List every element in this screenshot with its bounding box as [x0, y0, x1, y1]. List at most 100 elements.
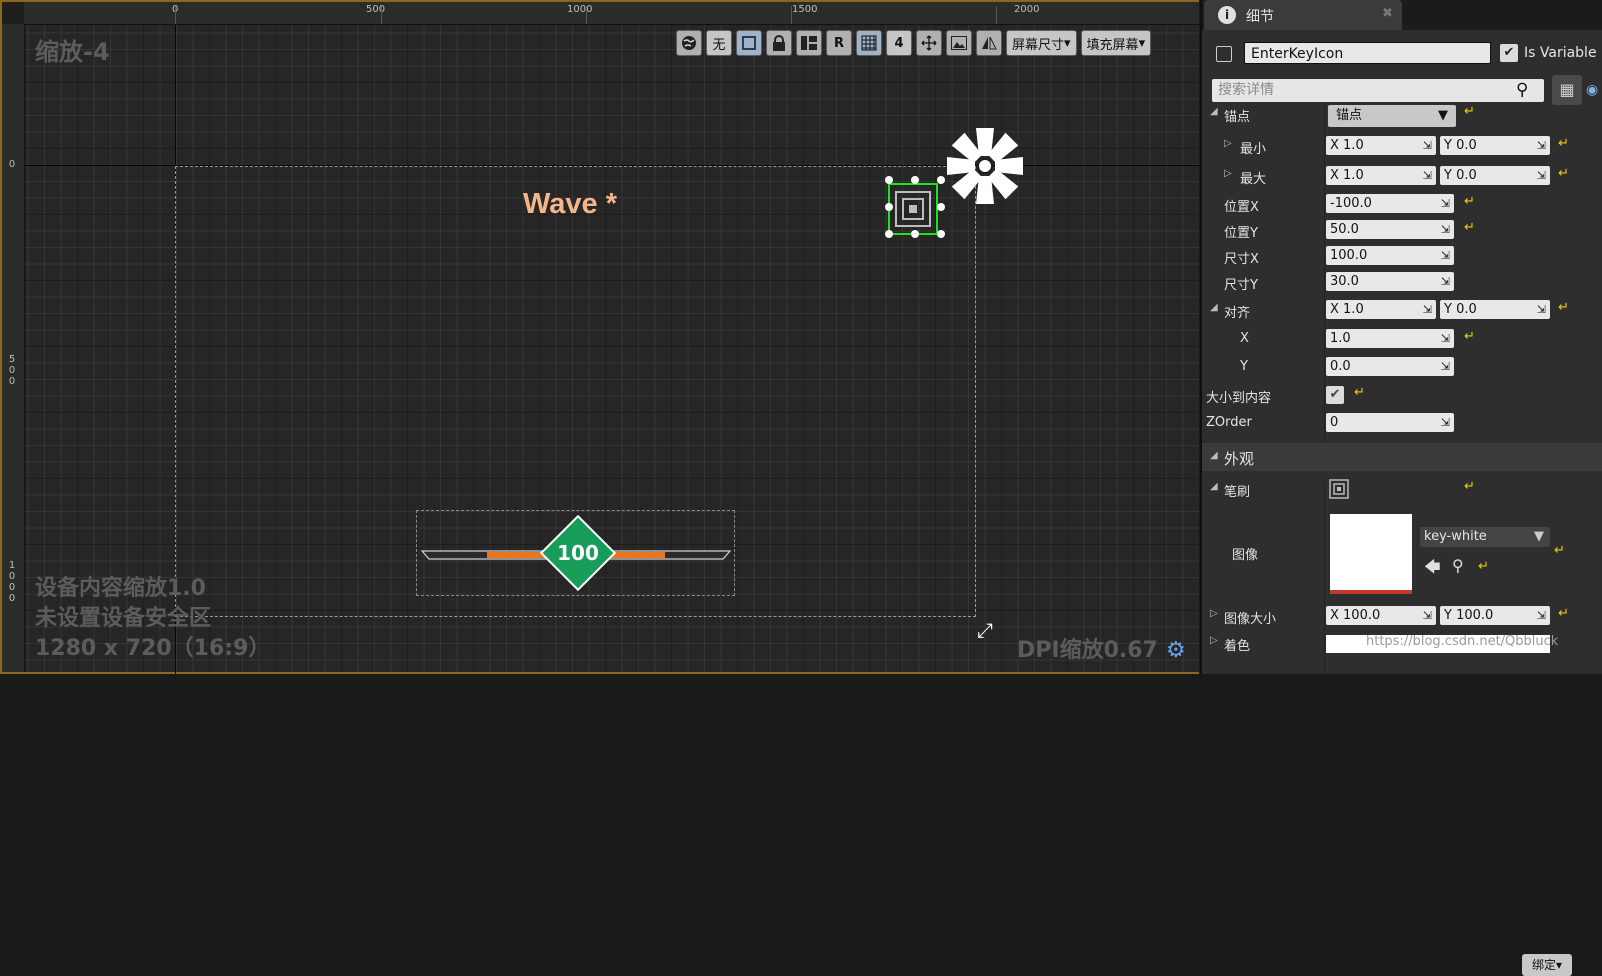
appearance-section-header[interactable]: ◢ 外观: [1202, 443, 1602, 471]
reset-icon[interactable]: ↵: [1558, 606, 1569, 621]
selection-handle[interactable]: [937, 230, 945, 238]
field-value: 100.0: [1330, 248, 1368, 263]
transform-icon[interactable]: [916, 30, 942, 56]
expand-icon[interactable]: ▷: [1224, 138, 1232, 149]
position-y-field[interactable]: 50.0 ⇲: [1326, 220, 1454, 239]
selection-handle[interactable]: [937, 176, 945, 184]
reset-icon[interactable]: ↵: [1464, 104, 1475, 119]
reset-icon[interactable]: ↵: [1464, 479, 1475, 494]
use-selected-asset-icon[interactable]: 🡄: [1424, 556, 1441, 583]
alignment-label: 对齐: [1224, 306, 1251, 321]
property-matrix-button[interactable]: ▦: [1552, 75, 1582, 105]
alignment-y-label: Y: [1240, 359, 1248, 374]
collapse-icon[interactable]: ◢: [1210, 302, 1218, 313]
anchor-max-row: ▷ 最大 ➤ X 1.0⇲ Y 0.0⇲ ↵: [1202, 164, 1602, 188]
ruler-vertical: 0 500 1000: [0, 24, 25, 674]
field-value: X 1.0: [1330, 168, 1364, 183]
selection-handle[interactable]: [885, 176, 893, 184]
size-to-content-checkbox[interactable]: ✔: [1326, 386, 1344, 404]
enter-key-icon-widget[interactable]: [888, 183, 938, 235]
spinner-burst-icon[interactable]: [944, 125, 1026, 207]
reset-icon[interactable]: ↵: [1554, 543, 1565, 558]
size-y-field[interactable]: 30.0 ⇲: [1326, 272, 1454, 291]
globe-icon[interactable]: [676, 30, 702, 56]
reset-icon[interactable]: ↵: [1354, 385, 1365, 400]
gear-icon[interactable]: ⚙: [1166, 638, 1186, 663]
position-y-label: 位置Y: [1224, 226, 1258, 241]
image-preview-thumbnail[interactable]: [1330, 514, 1412, 594]
search-input[interactable]: 搜索详情: [1212, 79, 1544, 102]
rotate-label: R: [833, 35, 844, 51]
ruler-y-label: 500: [8, 354, 16, 387]
collapse-icon[interactable]: ◢: [1210, 450, 1218, 461]
alignment-x-field[interactable]: X 1.0 ⇲: [1326, 300, 1436, 319]
image-label: 图像: [1232, 548, 1259, 563]
image-size-label: 图像大小: [1224, 612, 1277, 627]
lock-icon[interactable]: [766, 30, 792, 56]
selection-handle[interactable]: [911, 230, 919, 238]
zorder-field[interactable]: 0 ⇲: [1326, 413, 1454, 432]
expand-icon[interactable]: ▷: [1210, 635, 1218, 646]
anchor-max-y-field[interactable]: Y 0.0 ⇲: [1440, 166, 1550, 185]
bind-dropdown[interactable]: 绑定▾: [1522, 954, 1572, 976]
chevron-down-icon: ▼: [1534, 529, 1544, 544]
alignment-x-value-field[interactable]: 1.0 ⇲: [1326, 329, 1454, 348]
close-icon[interactable]: ✖: [1382, 6, 1393, 21]
selection-handle[interactable]: [937, 203, 945, 211]
reset-icon[interactable]: ↵: [1478, 559, 1489, 574]
reset-icon[interactable]: ↵: [1558, 166, 1569, 181]
image-size-x-field[interactable]: X 100.0 ⇲: [1326, 606, 1436, 625]
expand-icon[interactable]: ▷: [1224, 168, 1232, 179]
health-value: 100: [557, 541, 599, 565]
size-x-field[interactable]: 100.0 ⇲: [1326, 246, 1454, 265]
anchor-min-label: 最小: [1240, 142, 1267, 157]
resize-icon[interactable]: ⤢: [977, 618, 993, 642]
widget-name-input[interactable]: EnterKeyIcon: [1244, 42, 1491, 64]
bind-label: 绑定: [1531, 958, 1556, 972]
anchor-max-x-field[interactable]: X 1.0 ⇲: [1326, 166, 1436, 185]
designer-viewport[interactable]: 0 500 1000 1500 2000 0 500 1000 缩放-4 无: [0, 0, 1199, 674]
anchor-min-y-field[interactable]: Y 0.0 ⇲: [1440, 136, 1550, 155]
safe-zone-info: 未设置设备安全区: [35, 606, 212, 631]
field-value: X 100.0: [1330, 608, 1381, 623]
drag-icon: ⇲: [1440, 360, 1450, 373]
image-asset-dropdown[interactable]: key-white ▼: [1420, 527, 1550, 547]
reset-icon[interactable]: ↵: [1558, 300, 1569, 315]
reset-icon[interactable]: ↵: [1464, 329, 1475, 344]
alignment-y-field[interactable]: Y 0.0 ⇲: [1440, 300, 1550, 319]
localization-dropdown[interactable]: 无: [706, 30, 732, 56]
layout-mode-button[interactable]: [796, 30, 822, 56]
eye-icon[interactable]: ◉: [1586, 82, 1598, 98]
reset-icon[interactable]: ↵: [1464, 194, 1475, 209]
image-size-y-field[interactable]: Y 100.0 ⇲: [1440, 606, 1550, 625]
ruler-x-label: 2000: [1014, 4, 1040, 15]
respect-locks-button[interactable]: R: [826, 30, 852, 56]
browse-asset-icon[interactable]: ⚲: [1452, 556, 1464, 575]
anchor-min-x-field[interactable]: X 1.0 ⇲: [1326, 136, 1436, 155]
ruler-x-label: 1000: [567, 4, 593, 15]
selection-handle[interactable]: [885, 230, 893, 238]
selection-handle[interactable]: [911, 176, 919, 184]
alignment-y-value-field[interactable]: 0.0 ⇲: [1326, 357, 1454, 376]
reset-icon[interactable]: ↵: [1558, 136, 1569, 151]
details-panel: i 细节 ✖ EnterKeyIcon ✔ Is Variable 搜索详情 ⚲…: [1200, 0, 1602, 976]
screen-size-dropdown[interactable]: 屏幕尺寸 ▾: [1006, 30, 1077, 56]
anchors-dropdown[interactable]: 锚点 ▼: [1328, 105, 1456, 127]
image-icon[interactable]: [946, 30, 972, 56]
collapse-icon[interactable]: ◢: [1210, 481, 1218, 492]
wave-text[interactable]: Wave *: [523, 188, 617, 221]
outline-toggle-button[interactable]: [736, 30, 762, 56]
is-variable-checkbox[interactable]: ✔: [1500, 44, 1518, 62]
grid-snap-value-dropdown[interactable]: 4: [886, 30, 912, 56]
fill-screen-dropdown[interactable]: 填充屏幕 ▾: [1080, 30, 1152, 56]
selection-handle[interactable]: [885, 203, 893, 211]
image-asset-value: key-white: [1424, 529, 1487, 544]
position-x-field[interactable]: -100.0 ⇲: [1326, 194, 1454, 213]
expand-icon[interactable]: ▷: [1210, 608, 1218, 619]
collapse-icon[interactable]: ◢: [1210, 106, 1218, 117]
grid-snap-icon[interactable]: [856, 30, 882, 56]
mirror-icon[interactable]: [976, 30, 1002, 56]
tab-details[interactable]: i 细节 ✖: [1204, 0, 1402, 30]
search-icon[interactable]: ⚲: [1516, 80, 1528, 100]
reset-icon[interactable]: ↵: [1464, 220, 1475, 235]
